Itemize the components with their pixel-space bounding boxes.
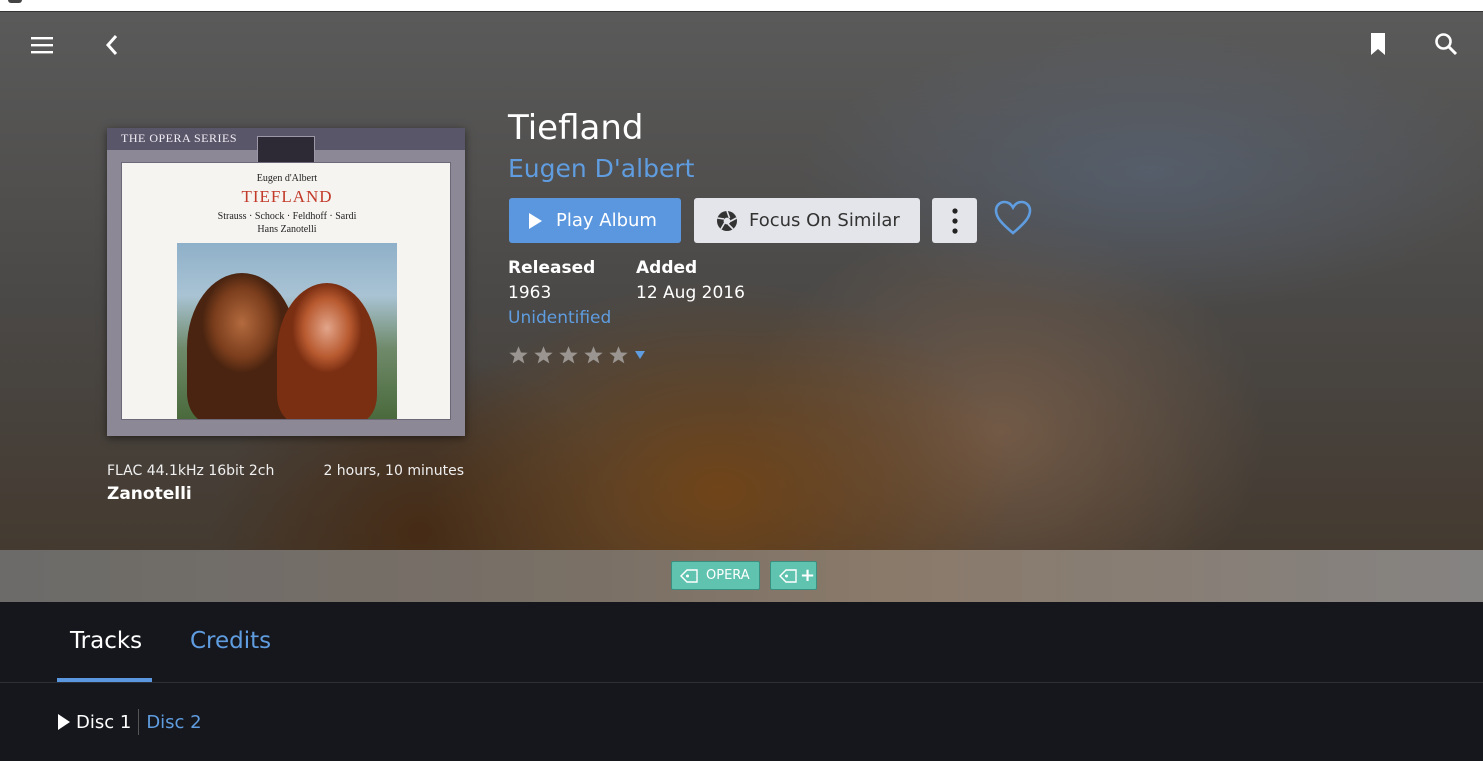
play-album-label: Play Album: [556, 210, 657, 231]
vertical-dots-icon: [951, 207, 958, 234]
rating-stars: [508, 345, 645, 365]
star-4-icon[interactable]: [583, 345, 604, 365]
star-3-icon[interactable]: [558, 345, 579, 365]
tag-opera-label: OPERA: [706, 568, 750, 583]
play-icon: [529, 212, 542, 229]
released-label: Released: [508, 258, 596, 278]
cover-conductor: Hans Zanotelli: [257, 224, 317, 235]
focus-on-similar-label: Focus On Similar: [749, 210, 900, 231]
heart-outline-icon[interactable]: [994, 200, 1032, 240]
active-tab-indicator: [57, 678, 152, 682]
search-icon[interactable]: [1432, 30, 1460, 58]
tab-credits[interactable]: Credits: [190, 628, 271, 654]
audio-format: FLAC 44.1kHz 16bit 2ch: [107, 463, 275, 479]
bookmark-icon[interactable]: [1366, 30, 1390, 58]
tab-tracks[interactable]: Tracks: [70, 628, 142, 654]
aperture-icon: [716, 210, 738, 232]
tag-add-button[interactable]: +: [770, 561, 817, 590]
cover-inner: Eugen d'Albert TIEFLAND Strauss · Schock…: [121, 162, 451, 420]
disc-separator: [138, 709, 140, 735]
added-label: Added: [636, 258, 698, 278]
album-title: Tiefland: [508, 108, 644, 148]
cover-title: TIEFLAND: [241, 187, 333, 206]
disc-selector: Disc 1 Disc 2: [58, 709, 202, 735]
chevron-left-icon[interactable]: [100, 32, 124, 58]
tag-icon: [680, 568, 698, 583]
album-cover[interactable]: THE OPERA SERIES Eugen d'Albert TIEFLAND…: [107, 128, 465, 436]
added-value: 12 Aug 2016: [636, 283, 745, 303]
cover-figure-woman: [277, 283, 377, 419]
tabs-bar: Tracks Credits: [0, 602, 1483, 683]
unidentified-link[interactable]: Unidentified: [508, 308, 611, 328]
play-triangle-icon: [58, 714, 70, 730]
disc-1-label: Disc 1: [76, 711, 132, 733]
cover-artwork: [177, 243, 397, 419]
focus-on-similar-button[interactable]: Focus On Similar: [694, 198, 920, 243]
hamburger-menu-icon[interactable]: [28, 32, 56, 58]
conductor-name: Zanotelli: [107, 484, 192, 504]
star-1-icon[interactable]: [508, 345, 529, 365]
tag-add-icon: [779, 568, 797, 583]
disc-1-button[interactable]: Disc 1: [58, 712, 131, 733]
cover-composer: Eugen d'Albert: [256, 173, 318, 184]
disc-2-link[interactable]: Disc 2: [146, 712, 201, 733]
star-2-icon[interactable]: [533, 345, 554, 365]
released-value: 1963: [508, 283, 552, 303]
cover-cast: Strauss · Schock · Feldhoff · Sardi: [217, 211, 357, 222]
play-album-button[interactable]: Play Album: [509, 198, 681, 243]
more-options-button[interactable]: [932, 198, 977, 243]
cover-series-label: THE OPERA SERIES: [121, 131, 238, 145]
tag-opera[interactable]: OPERA: [671, 561, 760, 590]
album-duration: 2 hours, 10 minutes: [323, 463, 464, 479]
window-top-strip: [0, 0, 1483, 12]
plus-icon: +: [800, 565, 816, 586]
window-corner: [8, 0, 22, 3]
caret-down-icon[interactable]: [635, 351, 645, 359]
album-artist-link[interactable]: Eugen D'albert: [508, 154, 694, 183]
star-5-icon[interactable]: [608, 345, 629, 365]
